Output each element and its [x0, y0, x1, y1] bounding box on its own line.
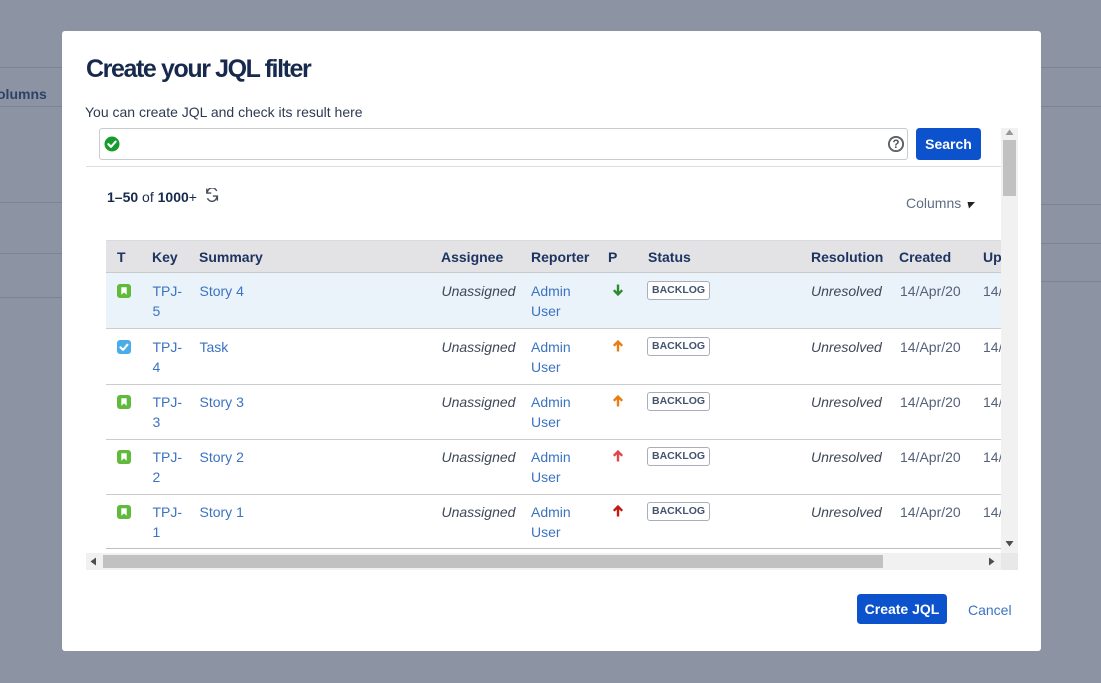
svg-text:?: ? — [892, 139, 899, 151]
